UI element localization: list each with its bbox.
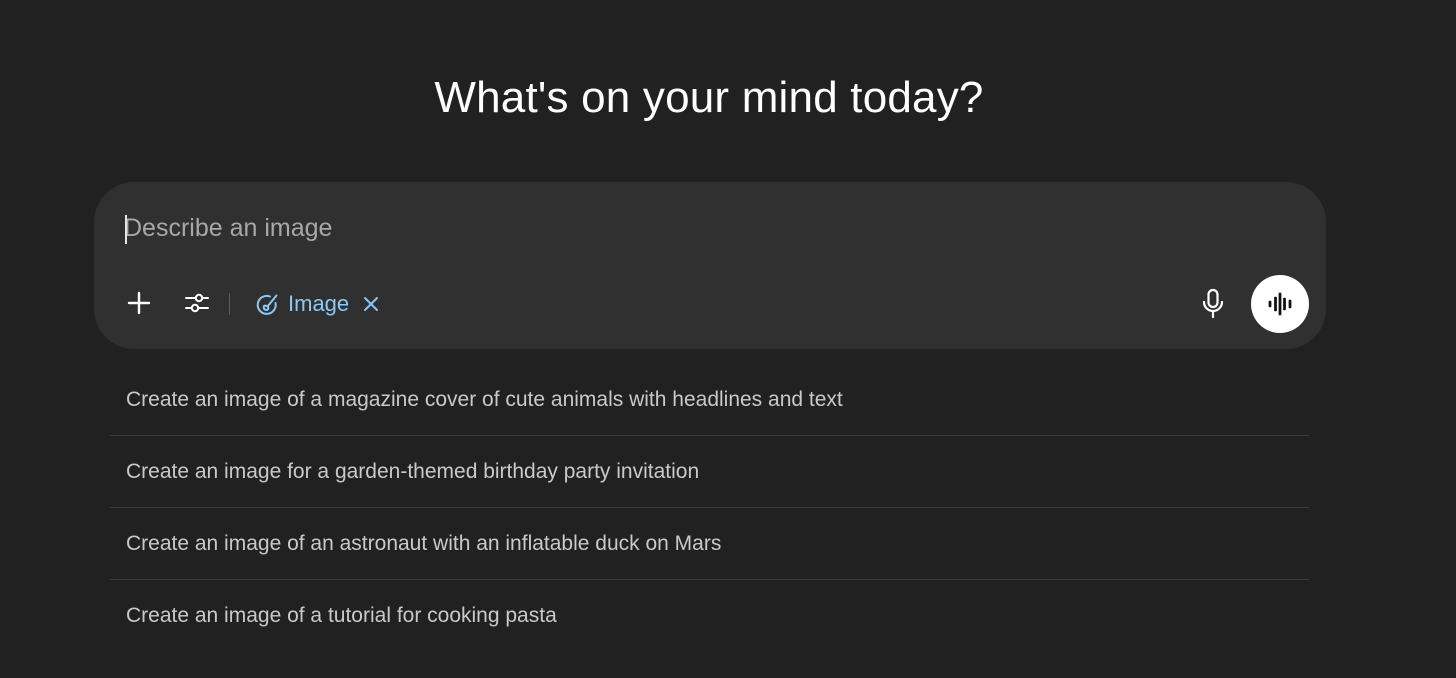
tools-button[interactable] <box>180 286 214 320</box>
remove-mode-button[interactable] <box>361 294 381 314</box>
dictate-button[interactable] <box>1196 285 1230 323</box>
image-mode-pill[interactable]: Image <box>254 286 381 322</box>
voice-mode-button[interactable] <box>1251 275 1309 333</box>
sliders-icon <box>185 293 209 313</box>
page-title: What's on your mind today? <box>434 73 984 122</box>
suggestion-list: Create an image of a magazine cover of c… <box>110 364 1309 652</box>
image-mode-label: Image <box>288 291 350 316</box>
page: What's on your mind today? Describe an i… <box>0 0 1456 678</box>
suggestion-item[interactable]: Create an image for a garden-themed birt… <box>110 436 1309 508</box>
suggestion-item[interactable]: Create an image of a tutorial for cookin… <box>110 580 1309 652</box>
image-palette-icon <box>256 294 278 315</box>
voice-waveform-icon <box>1268 292 1292 316</box>
text-caret <box>125 215 127 244</box>
toolbar-divider <box>229 293 230 315</box>
prompt-input[interactable] <box>124 208 1224 248</box>
plus-icon <box>127 291 151 315</box>
suggestion-item[interactable]: Create an image of an astronaut with an … <box>110 508 1309 580</box>
microphone-icon <box>1202 288 1224 319</box>
add-attachment-button[interactable] <box>122 286 156 320</box>
close-icon <box>364 297 379 311</box>
prompt-composer: Image <box>94 182 1326 349</box>
suggestion-item[interactable]: Create an image of a magazine cover of c… <box>110 364 1309 436</box>
